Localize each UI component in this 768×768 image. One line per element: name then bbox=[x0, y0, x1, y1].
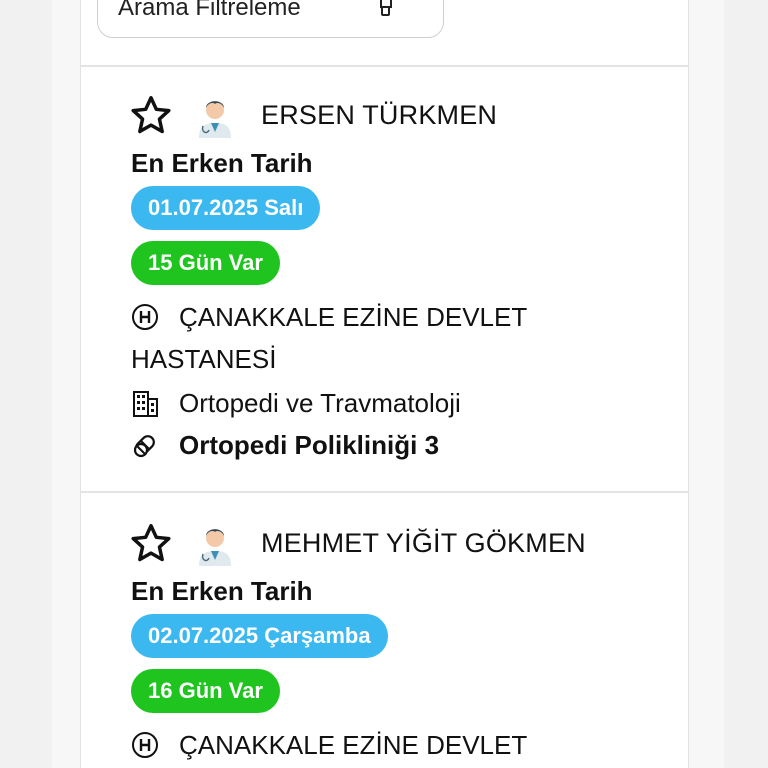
hospital-name: ÇANAKKALE EZİNE DEVLET HASTANESİ bbox=[131, 302, 527, 374]
hospital-h-icon bbox=[132, 732, 158, 758]
doctor-avatar-icon bbox=[199, 101, 231, 138]
pill-icon bbox=[133, 435, 155, 458]
filter-icon bbox=[377, 0, 392, 19]
card-header: ERSEN TÜRKMEN bbox=[129, 92, 497, 138]
results-panel: Arama Filtreleme ERSEN TÜRKMEN En Erken … bbox=[80, 0, 689, 768]
search-filter-label: Arama Filtreleme bbox=[118, 0, 301, 21]
doctor-name: MEHMET YİĞİT GÖKMEN bbox=[261, 527, 586, 558]
earliest-date-badge: 02.07.2025 Çarşamba bbox=[131, 614, 388, 658]
days-remaining-badge: 16 Gün Var bbox=[131, 669, 280, 713]
department-info: Ortopedi ve Travmatoloji bbox=[131, 382, 461, 424]
clinic-name: Ortopedi Polikliniği 3 bbox=[179, 430, 440, 460]
earliest-date-label: En Erken Tarih bbox=[131, 576, 313, 606]
earliest-date-badge: 01.07.2025 Salı bbox=[131, 186, 321, 230]
earliest-date-label: En Erken Tarih bbox=[131, 148, 313, 178]
clinic-info: Ortopedi Polikliniği 3 bbox=[131, 424, 439, 466]
doctor-name: ERSEN TÜRKMEN bbox=[261, 99, 498, 130]
days-remaining-badge: 15 Gün Var bbox=[131, 241, 280, 285]
divider bbox=[81, 491, 688, 493]
hospital-info: ÇANAKKALE EZİNE DEVLET bbox=[131, 724, 601, 766]
hospital-h-icon bbox=[132, 304, 158, 330]
search-filter-button[interactable]: Arama Filtreleme bbox=[97, 0, 444, 38]
hospital-info: ÇANAKKALE EZİNE DEVLET HASTANESİ bbox=[131, 296, 601, 380]
building-icon bbox=[133, 391, 158, 417]
department-name: Ortopedi ve Travmatoloji bbox=[179, 388, 461, 418]
divider bbox=[81, 65, 688, 67]
star-outline-icon[interactable] bbox=[129, 521, 173, 565]
card-header: MEHMET YİĞİT GÖKMEN bbox=[129, 520, 586, 566]
doctor-avatar-icon bbox=[199, 529, 231, 566]
hospital-name: ÇANAKKALE EZİNE DEVLET bbox=[179, 730, 528, 760]
star-outline-icon[interactable] bbox=[129, 93, 173, 137]
